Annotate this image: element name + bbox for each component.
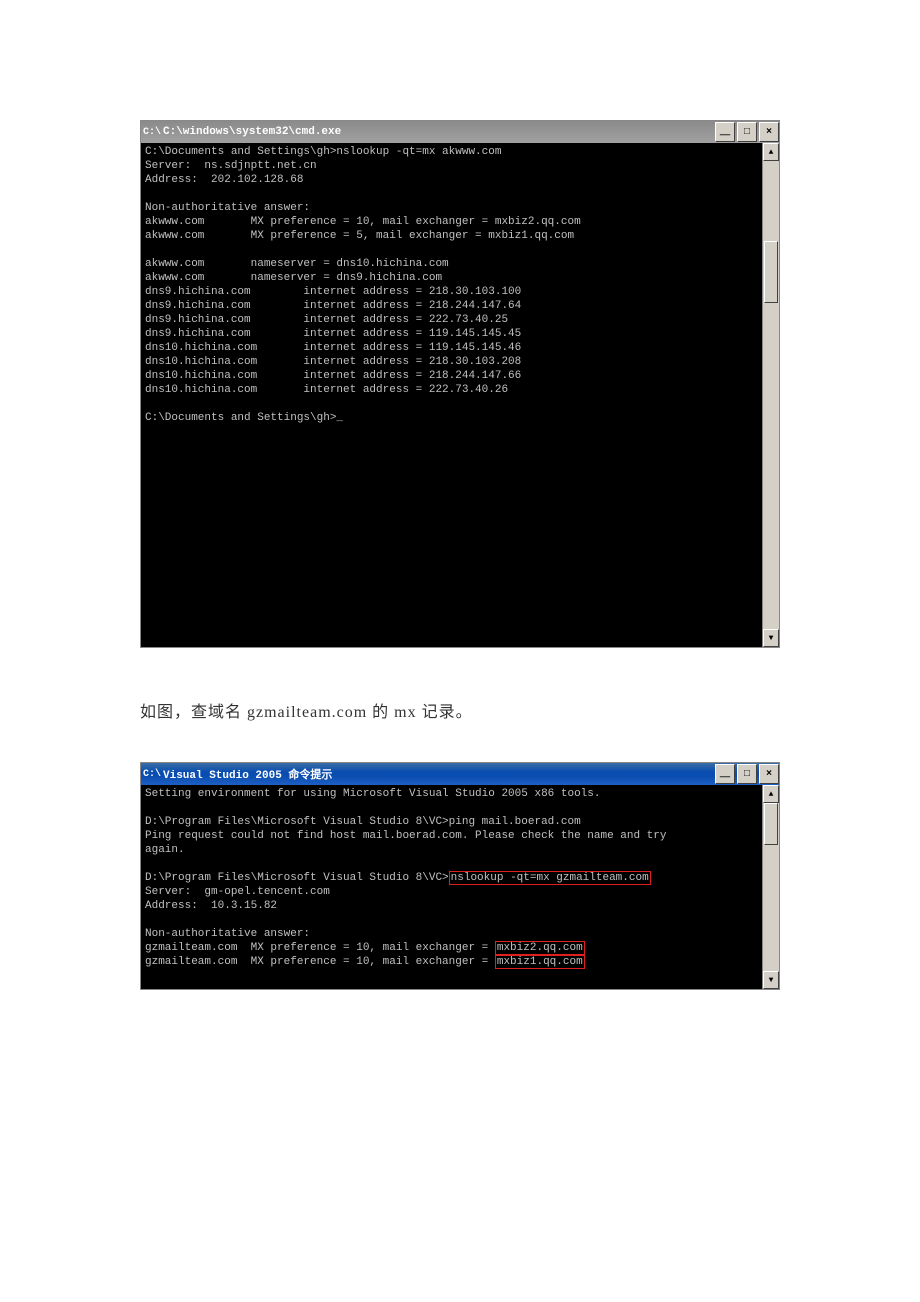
close-button[interactable]: × bbox=[759, 764, 779, 784]
highlighted-mx2: mxbiz1.qq.com bbox=[495, 955, 585, 969]
scroll-thumb[interactable] bbox=[764, 241, 778, 303]
maximize-button[interactable]: □ bbox=[737, 122, 757, 142]
document-page: C:\ C:\windows\system32\cmd.exe ＿ □ × C:… bbox=[0, 0, 920, 1100]
scrollbar-2[interactable]: ▲ ▼ bbox=[762, 785, 779, 989]
caption-text: 如图，查域名 gzmailteam.com 的 mx 记录。 bbox=[140, 698, 780, 722]
scrollbar-1[interactable]: ▲ ▼ bbox=[762, 143, 779, 647]
cmd-icon: C:\ bbox=[145, 126, 159, 138]
cmd-window-2: C:\ Visual Studio 2005 命令提示 ＿ □ × Settin… bbox=[140, 762, 780, 990]
scroll-thumb[interactable] bbox=[764, 803, 778, 845]
scroll-down-button[interactable]: ▼ bbox=[763, 971, 779, 989]
window-title-1: C:\windows\system32\cmd.exe bbox=[163, 126, 713, 138]
cmd-body-wrap-2: Setting environment for using Microsoft … bbox=[141, 785, 779, 989]
window-controls-1: ＿ □ × bbox=[713, 122, 779, 142]
minimize-button[interactable]: ＿ bbox=[715, 764, 735, 784]
scroll-down-button[interactable]: ▼ bbox=[763, 629, 779, 647]
window-title-2: Visual Studio 2005 命令提示 bbox=[163, 766, 713, 782]
cmd-window-1: C:\ C:\windows\system32\cmd.exe ＿ □ × C:… bbox=[140, 120, 780, 648]
highlighted-mx1: mxbiz2.qq.com bbox=[495, 941, 585, 955]
scroll-up-button[interactable]: ▲ bbox=[763, 785, 779, 803]
terminal-output-1[interactable]: C:\Documents and Settings\gh>nslookup -q… bbox=[141, 143, 762, 647]
close-button[interactable]: × bbox=[759, 122, 779, 142]
terminal-output-2[interactable]: Setting environment for using Microsoft … bbox=[141, 785, 762, 989]
maximize-button[interactable]: □ bbox=[737, 764, 757, 784]
window-controls-2: ＿ □ × bbox=[713, 764, 779, 784]
titlebar-2[interactable]: C:\ Visual Studio 2005 命令提示 ＿ □ × bbox=[141, 763, 779, 785]
minimize-button[interactable]: ＿ bbox=[715, 122, 735, 142]
cmd-body-wrap-1: C:\Documents and Settings\gh>nslookup -q… bbox=[141, 143, 779, 647]
cmd-icon: C:\ bbox=[145, 768, 159, 780]
titlebar-1[interactable]: C:\ C:\windows\system32\cmd.exe ＿ □ × bbox=[141, 121, 779, 143]
scroll-up-button[interactable]: ▲ bbox=[763, 143, 779, 161]
highlighted-command: nslookup -qt=mx gzmailteam.com bbox=[449, 871, 651, 885]
